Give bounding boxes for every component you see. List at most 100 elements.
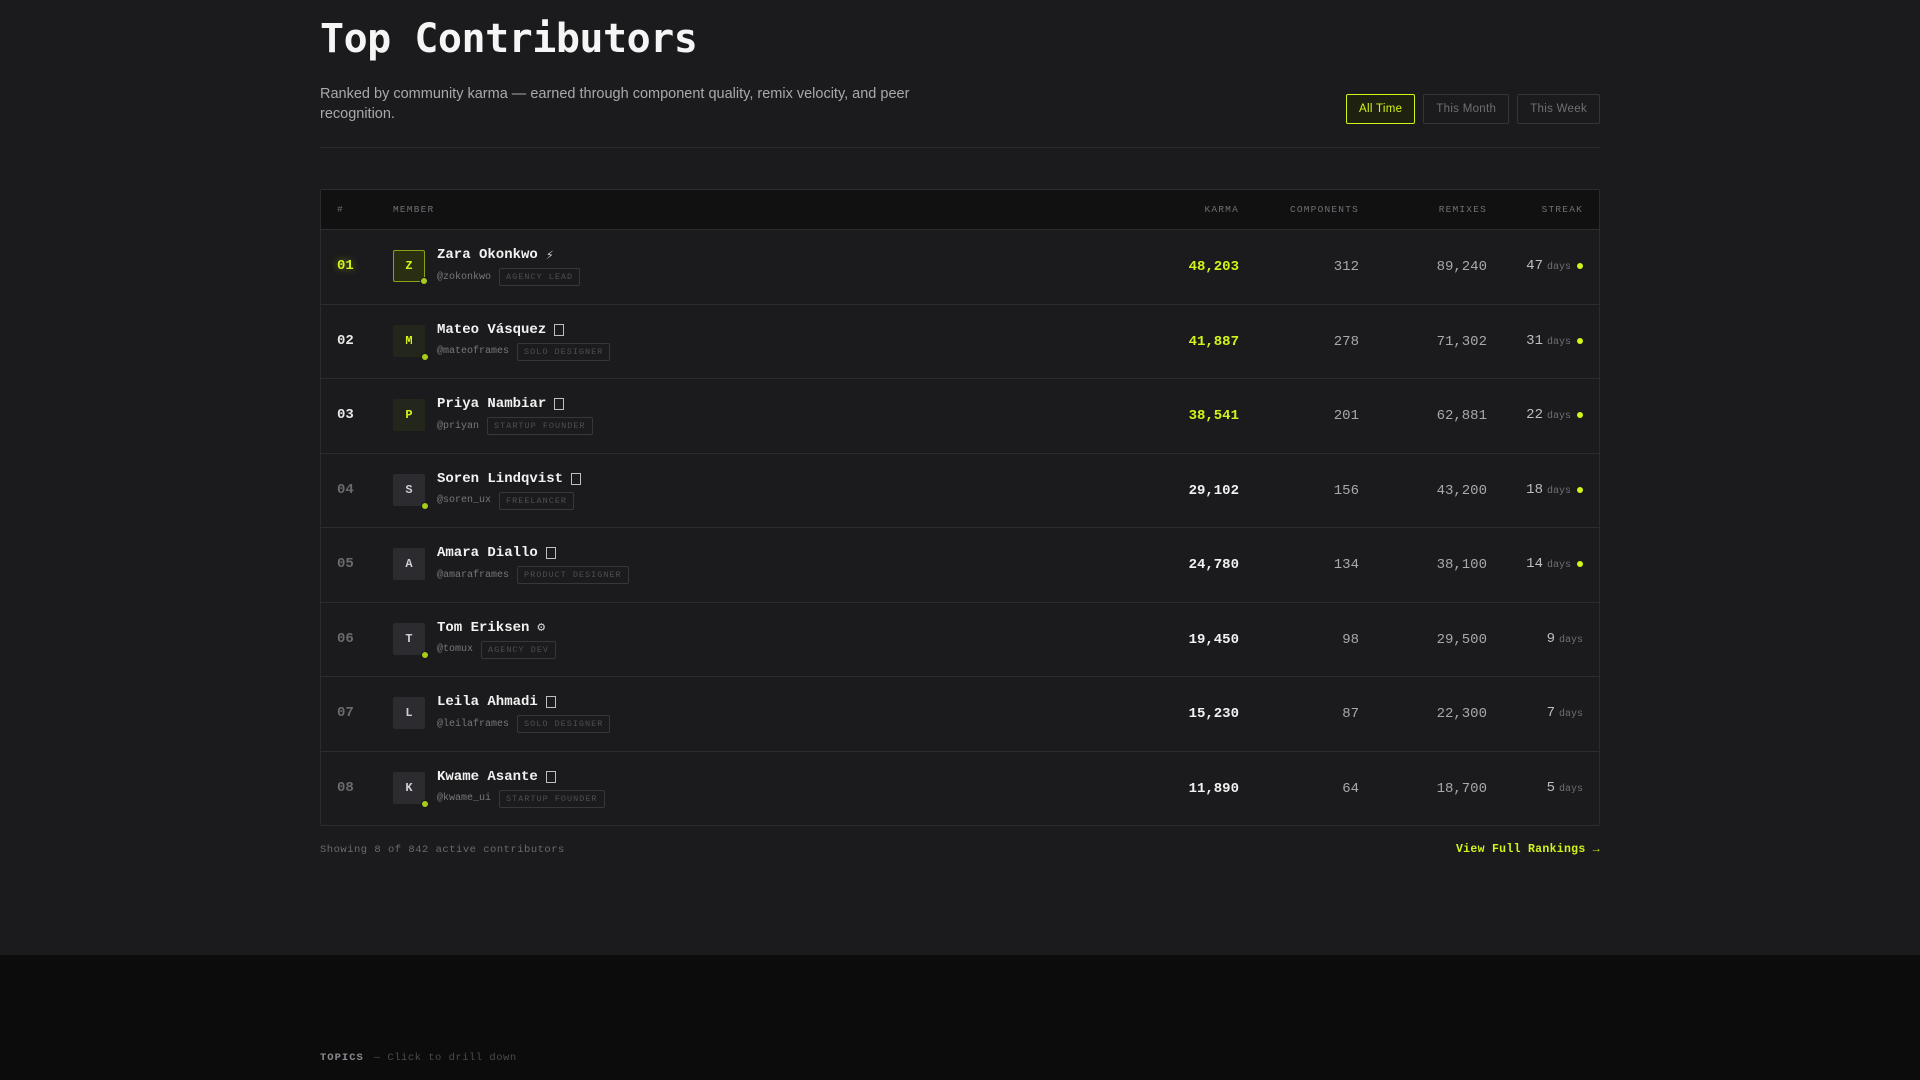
streak-value: 5 (1546, 779, 1555, 796)
streak-value: 31 (1526, 332, 1543, 349)
components-value: 312 (1333, 259, 1359, 275)
member-handle: @soren_ux (437, 495, 492, 506)
avatar[interactable]: T (393, 622, 429, 659)
remixes-value: 71,302 (1436, 333, 1487, 350)
member-name[interactable]: Priya Nambiar (437, 396, 546, 412)
streak-unit: days (1546, 411, 1571, 422)
streak-cell: 31 days (1526, 333, 1583, 349)
streak-active-dot (1577, 412, 1583, 418)
karma-value: 24,780 (1188, 557, 1239, 573)
avatar[interactable]: P (393, 399, 425, 431)
avatar-initial: K (405, 780, 413, 795)
member-name[interactable]: Zara Okonkwo (437, 247, 538, 263)
lightning-badge-icon: ⚡ (545, 247, 554, 263)
filter-all-time-button[interactable]: All Time (1346, 94, 1416, 124)
avatar[interactable]: Z (393, 250, 428, 285)
filter-this-month-button[interactable]: This Month (1423, 94, 1510, 124)
member-handle: @mateoframes (437, 346, 510, 357)
member-name-line: Leila Ahmadi (437, 694, 556, 710)
rank-number: 02 (337, 332, 354, 349)
karma-value: 15,230 (1188, 706, 1239, 722)
streak-cell: 7 days (1547, 705, 1583, 721)
avatar-initial: A (405, 557, 413, 571)
member-name-line: Priya Nambiar (437, 396, 565, 412)
rank-number: 06 (337, 630, 354, 647)
member-handle: @amaraframes (437, 569, 510, 581)
streak-unit: days (1546, 336, 1571, 348)
rank-number: 05 (337, 556, 354, 572)
member-name[interactable]: Soren Lindqvist (437, 471, 563, 487)
page-subtitle: Ranked by community karma — earned throu… (320, 86, 910, 122)
badge-icon (545, 547, 556, 559)
badge-icon (545, 770, 556, 783)
streak-value: 47 (1526, 258, 1543, 274)
header-divider (320, 147, 1600, 148)
streak-value: 7 (1546, 705, 1555, 721)
online-status-dot (420, 277, 428, 285)
karma-value: 29,102 (1188, 482, 1239, 499)
member-name-line: Kwame Asante (437, 769, 556, 785)
table-body: 01 Z Zara Okonkwo ⚡ @zokonkwo AGENCY LEAD 48,2… (321, 230, 1599, 826)
leaderboard-table: # MEMBER KARMA COMPONENTS REMIXES STREAK… (320, 189, 1600, 826)
badge-icon (571, 472, 582, 485)
member-meta: @mateoframes SOLO DESIGNER (437, 342, 611, 361)
streak-value: 22 (1526, 407, 1543, 423)
table-header: # MEMBER KARMA COMPONENTS REMIXES STREAK (321, 190, 1599, 230)
filter-this-week-button[interactable]: This Week (1517, 94, 1600, 124)
streak-unit: days (1558, 709, 1583, 720)
table-row[interactable]: 01 Z Zara Okonkwo ⚡ @zokonkwo AGENCY LEAD 48,2… (321, 230, 1599, 305)
member-name[interactable]: Amara Diallo (437, 545, 538, 561)
avatar[interactable]: A (393, 548, 425, 580)
role-tag: PRODUCT DESIGNER (517, 566, 629, 584)
remixes-value: 18,700 (1436, 780, 1487, 797)
table-row[interactable]: 07 L Leila Ahmadi @leilaframes SOLO DESIGNER… (321, 677, 1599, 752)
avatar[interactable]: S (393, 473, 429, 510)
online-status-dot (421, 799, 429, 808)
member-name[interactable]: Kwame Asante (437, 769, 538, 785)
table-row[interactable]: 06 T Tom Eriksen ⚙ @tomux AGENCY DEV 19,450 98 2… (321, 603, 1599, 677)
member-name[interactable]: Leila Ahmadi (437, 694, 538, 710)
member-name[interactable]: Mateo Vásquez (437, 322, 546, 338)
avatar[interactable]: K (393, 771, 429, 808)
remixes-value: 38,100 (1436, 557, 1487, 573)
avatar-initial: M (405, 333, 413, 348)
streak-active-dot (1577, 337, 1583, 344)
table-row[interactable]: 04 S Soren Lindqvist @soren_ux FREELANCER 29,… (321, 454, 1599, 528)
streak-cell: 47 days (1526, 258, 1583, 274)
header-remixes[interactable]: REMIXES (1439, 204, 1487, 215)
view-full-rankings-link[interactable]: View Full Rankings → (1456, 843, 1600, 856)
components-value: 134 (1333, 557, 1359, 573)
header-rank: # (337, 204, 344, 215)
header-karma[interactable]: KARMA (1204, 204, 1239, 215)
member-meta: @soren_ux FREELANCER (437, 491, 575, 510)
table-row[interactable]: 08 K Kwame Asante @kwame_ui STARTUP FOUNDER 1… (321, 752, 1599, 827)
member-handle: @tomux (437, 644, 474, 655)
online-status-dot (421, 352, 429, 361)
components-value: 156 (1333, 482, 1359, 499)
streak-unit: days (1558, 783, 1583, 795)
streak-unit: days (1558, 634, 1583, 646)
karma-value: 11,890 (1188, 780, 1239, 797)
table-row[interactable]: 02 M Mateo Vásquez @mateoframes SOLO DESIGNE… (321, 305, 1599, 379)
member-name-line: Tom Eriksen ⚙ (437, 620, 545, 636)
online-status-dot (421, 501, 429, 510)
role-tag: AGENCY LEAD (499, 268, 581, 286)
remixes-value: 62,881 (1436, 408, 1487, 424)
header-streak[interactable]: STREAK (1542, 204, 1583, 215)
member-handle: @priyan (437, 420, 480, 432)
member-name-line: Amara Diallo (437, 545, 556, 561)
remixes-value: 29,500 (1436, 631, 1487, 648)
member-name-line: Zara Okonkwo ⚡ (437, 247, 554, 263)
table-row[interactable]: 05 A Amara Diallo @amaraframes PRODUCT DESIG… (321, 528, 1599, 603)
member-meta: @amaraframes PRODUCT DESIGNER (437, 566, 629, 584)
karma-value: 41,887 (1188, 333, 1239, 350)
avatar[interactable]: L (393, 697, 425, 729)
header-components[interactable]: COMPONENTS (1290, 204, 1359, 215)
streak-value: 9 (1546, 630, 1555, 647)
avatar-initial: L (405, 706, 413, 720)
streak-unit: days (1546, 560, 1571, 571)
member-name[interactable]: Tom Eriksen (437, 620, 529, 636)
avatar[interactable]: M (393, 324, 429, 361)
karma-value: 48,203 (1188, 259, 1239, 275)
table-row[interactable]: 03 P Priya Nambiar @priyan STARTUP FOUNDER 38… (321, 379, 1599, 454)
